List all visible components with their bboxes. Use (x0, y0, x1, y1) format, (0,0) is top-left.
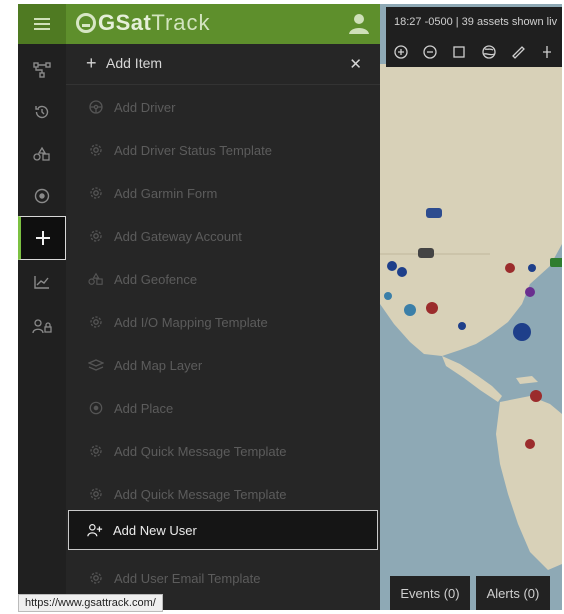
place-icon (88, 400, 104, 416)
plus-icon: + (86, 53, 97, 73)
gear-icon (88, 228, 104, 244)
menu-item-add-quick-message-template[interactable]: Add Quick Message Template (66, 434, 380, 468)
sidebar-item-hierarchy[interactable] (18, 50, 66, 90)
alerts-button[interactable]: Alerts (0) (476, 576, 550, 610)
panel-title: Add Item (106, 55, 163, 71)
app-window: GSat Track + Add Item ✕ Add Driver Add D… (18, 4, 562, 610)
sidebar-item-add[interactable] (18, 216, 66, 260)
map-view[interactable]: 18:27 -0500 | 39 assets shown liv Events… (380, 4, 562, 610)
asset-marker (513, 323, 531, 341)
close-icon[interactable]: ✕ (349, 55, 362, 73)
asset-marker (458, 322, 466, 330)
menu-item-add-driver[interactable]: Add Driver (66, 90, 380, 124)
menu-item-label: Add Quick Message Template (114, 443, 287, 459)
chart-icon (34, 276, 49, 289)
geofence-icon (88, 271, 104, 287)
sidebar-item-history[interactable] (18, 92, 66, 132)
sidebar-item-geofence[interactable] (18, 134, 66, 174)
hierarchy-icon (33, 62, 51, 78)
top-bar: GSat Track (18, 4, 380, 44)
user-account-icon[interactable] (348, 12, 370, 36)
globe-icon[interactable] (474, 45, 503, 59)
browser-status-url: https://www.gsattrack.com/ (18, 594, 163, 612)
user-lock-icon (32, 319, 52, 334)
asset-marker (404, 304, 416, 316)
gear-icon (88, 486, 104, 502)
zoom-in-icon[interactable] (386, 45, 415, 59)
sidebar-item-reports[interactable] (18, 262, 66, 302)
asset-marker (505, 263, 515, 273)
menu-item-add-geofence[interactable]: Add Geofence (66, 262, 380, 296)
gear-icon (88, 443, 104, 459)
select-area-icon[interactable] (445, 46, 474, 58)
asset-marker (426, 302, 438, 314)
gear-icon (88, 314, 104, 330)
menu-item-label: Add Driver Status Template (114, 142, 272, 158)
asset-marker (387, 261, 397, 271)
asset-marker (525, 439, 535, 449)
left-sidebar (18, 44, 66, 610)
menu-item-label: Add New User (113, 522, 197, 538)
gear-icon (88, 142, 104, 158)
central-america-landmass (442, 356, 502, 402)
asset-marker (525, 287, 535, 297)
menu-item-add-driver-status-template[interactable]: Add Driver Status Template (66, 133, 380, 167)
panel-header: + Add Item ✕ (66, 44, 380, 85)
menu-item-add-map-layer[interactable]: Add Map Layer (66, 348, 380, 382)
add-item-panel: + Add Item ✕ Add Driver Add Driver Statu… (66, 44, 380, 610)
caribbean-island (516, 376, 538, 384)
menu-item-add-new-user[interactable]: Add New User (68, 510, 378, 550)
user-plus-icon (87, 522, 103, 538)
gear-icon (88, 185, 104, 201)
menu-item-add-quick-message-template-2[interactable]: Add Quick Message Template (66, 477, 380, 511)
steering-wheel-icon (88, 99, 104, 115)
more-tools-icon[interactable] (533, 45, 562, 59)
gsattrack-logo[interactable]: GSat Track (76, 10, 211, 36)
map-canvas (380, 64, 562, 570)
menu-item-add-user-email-template[interactable]: Add User Email Template (66, 561, 380, 595)
logo-text-track: Track (151, 10, 211, 35)
menu-item-add-gateway-account[interactable]: Add Gateway Account (66, 219, 380, 253)
menu-item-label: Add Geofence (114, 271, 198, 287)
truck-marker (426, 208, 442, 218)
menu-item-label: Add Quick Message Template (114, 486, 287, 502)
menu-item-label: Add User Email Template (114, 570, 261, 586)
menu-item-label: Add Garmin Form (114, 185, 218, 201)
menu-item-add-place[interactable]: Add Place (66, 391, 380, 425)
asset-marker (397, 267, 407, 277)
asset-marker (528, 264, 536, 272)
south-america-landmass (496, 396, 562, 570)
geofence-icon (33, 146, 50, 161)
asset-marker (384, 292, 392, 300)
layers-icon (88, 357, 104, 373)
hamburger-menu-button[interactable] (18, 4, 66, 44)
menu-item-label: Add Driver (114, 99, 176, 115)
menu-item-label: Add Place (114, 400, 174, 416)
menu-item-label: Add Map Layer (114, 357, 203, 373)
history-icon (35, 105, 49, 119)
sidebar-item-users[interactable] (18, 306, 66, 346)
bus-marker (550, 258, 562, 267)
gear-icon (88, 570, 104, 586)
truck-marker (418, 248, 434, 258)
map-toolbar (386, 37, 562, 67)
hamburger-icon (34, 18, 50, 30)
ruler-icon[interactable] (503, 45, 532, 59)
zoom-out-icon[interactable] (415, 45, 444, 59)
menu-item-label: Add I/O Mapping Template (114, 314, 268, 330)
sidebar-item-place[interactable] (18, 176, 66, 216)
map-status-bar: 18:27 -0500 | 39 assets shown liv (386, 7, 562, 37)
menu-item-add-io-mapping-template[interactable]: Add I/O Mapping Template (66, 305, 380, 339)
logo-text-gsat: GSat (98, 10, 152, 35)
menu-item-add-garmin-form[interactable]: Add Garmin Form (66, 176, 380, 210)
plus-icon (36, 231, 50, 245)
events-button[interactable]: Events (0) (390, 576, 470, 610)
logo-ring-icon (76, 13, 96, 33)
place-icon (34, 188, 50, 204)
asset-marker (530, 390, 542, 402)
menu-item-label: Add Gateway Account (114, 228, 242, 244)
